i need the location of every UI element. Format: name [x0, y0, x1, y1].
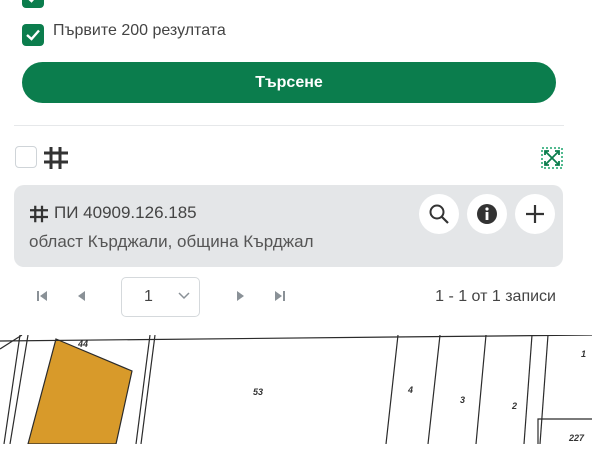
- zoom-to-result-button[interactable]: [419, 194, 459, 234]
- next-page-icon[interactable]: [235, 290, 247, 302]
- parcel-grid-icon: [44, 147, 68, 169]
- map-canvas: 44 53 4 3 2 1 227: [0, 334, 592, 445]
- filter-checkbox-top[interactable]: [22, 0, 44, 8]
- search-panel: Първите 200 резултата Търсене ПИ 40909.1…: [0, 0, 592, 335]
- search-icon: [429, 204, 449, 224]
- select-all-checkbox[interactable]: [15, 146, 37, 168]
- parcel-grid-icon: [30, 205, 48, 223]
- current-page: 1: [144, 288, 153, 305]
- map-label: 44: [77, 339, 88, 349]
- check-icon: [26, 29, 40, 41]
- map-label: 53: [253, 387, 263, 397]
- map-label: 1: [581, 349, 586, 359]
- prev-page-icon[interactable]: [75, 290, 87, 302]
- result-subtitle: област Кърджали, община Кърджал: [29, 232, 314, 251]
- map-label: 2: [511, 401, 517, 411]
- last-page-icon[interactable]: [274, 290, 286, 302]
- page-select[interactable]: 1: [121, 277, 200, 317]
- first-200-label: Първите 200 резултата: [53, 22, 226, 39]
- result-title: ПИ 40909.126.185: [54, 203, 197, 222]
- info-icon: [477, 204, 497, 224]
- map-label: 3: [460, 395, 465, 405]
- divider: [14, 125, 564, 126]
- cadastral-map[interactable]: 44 53 4 3 2 1 227: [0, 334, 592, 445]
- search-button[interactable]: Търсене: [22, 62, 556, 103]
- highlighted-parcel[interactable]: [27, 338, 133, 445]
- map-label: 4: [407, 385, 413, 395]
- first-page-icon[interactable]: [36, 290, 48, 302]
- chevron-down-icon: [178, 292, 190, 300]
- result-card[interactable]: ПИ 40909.126.185 област Кърджали, община…: [14, 185, 563, 267]
- records-count: 1 - 1 от 1 записи: [435, 288, 556, 305]
- add-button[interactable]: [515, 194, 555, 234]
- zoom-to-extent-icon[interactable]: [541, 147, 563, 169]
- first-200-checkbox[interactable]: [22, 24, 44, 46]
- map-label: 227: [568, 433, 585, 443]
- info-button[interactable]: [467, 194, 507, 234]
- plus-icon: [526, 205, 544, 223]
- check-icon: [28, 0, 34, 3]
